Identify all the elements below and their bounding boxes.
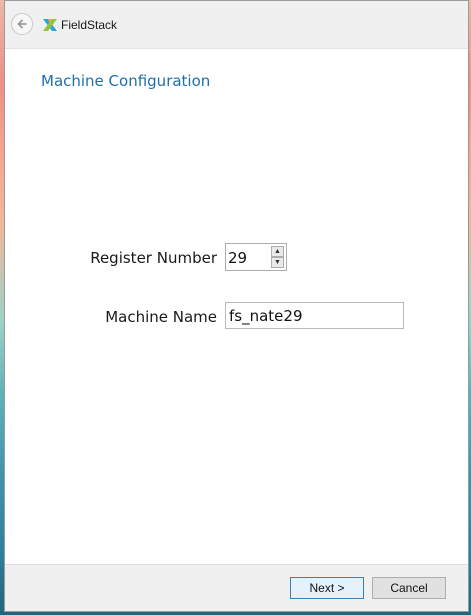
spin-up-button[interactable]: ▲ (271, 246, 284, 257)
page-title: Machine Configuration (41, 72, 211, 90)
machine-name-label: Machine Name (105, 308, 217, 326)
footer-bar: Next > Cancel (5, 564, 468, 611)
register-number-value[interactable]: 29 (228, 249, 247, 267)
back-button[interactable] (11, 13, 33, 35)
register-number-label: Register Number (90, 249, 217, 267)
next-button[interactable]: Next > (290, 577, 364, 599)
installer-window: FieldStack Machine Configuration Registe… (4, 0, 469, 612)
caret-down-icon: ▼ (274, 259, 281, 266)
register-number-stepper[interactable]: 29 ▲ ▼ (225, 243, 287, 271)
back-arrow-icon (17, 19, 27, 29)
title-bar: FieldStack (5, 1, 468, 49)
spin-down-button[interactable]: ▼ (271, 257, 284, 268)
machine-name-input[interactable]: fs_nate29 (225, 302, 404, 329)
app-title: FieldStack (61, 18, 118, 32)
caret-up-icon: ▲ (274, 248, 281, 255)
cancel-button[interactable]: Cancel (372, 577, 446, 599)
fieldstack-logo-icon (43, 19, 57, 31)
